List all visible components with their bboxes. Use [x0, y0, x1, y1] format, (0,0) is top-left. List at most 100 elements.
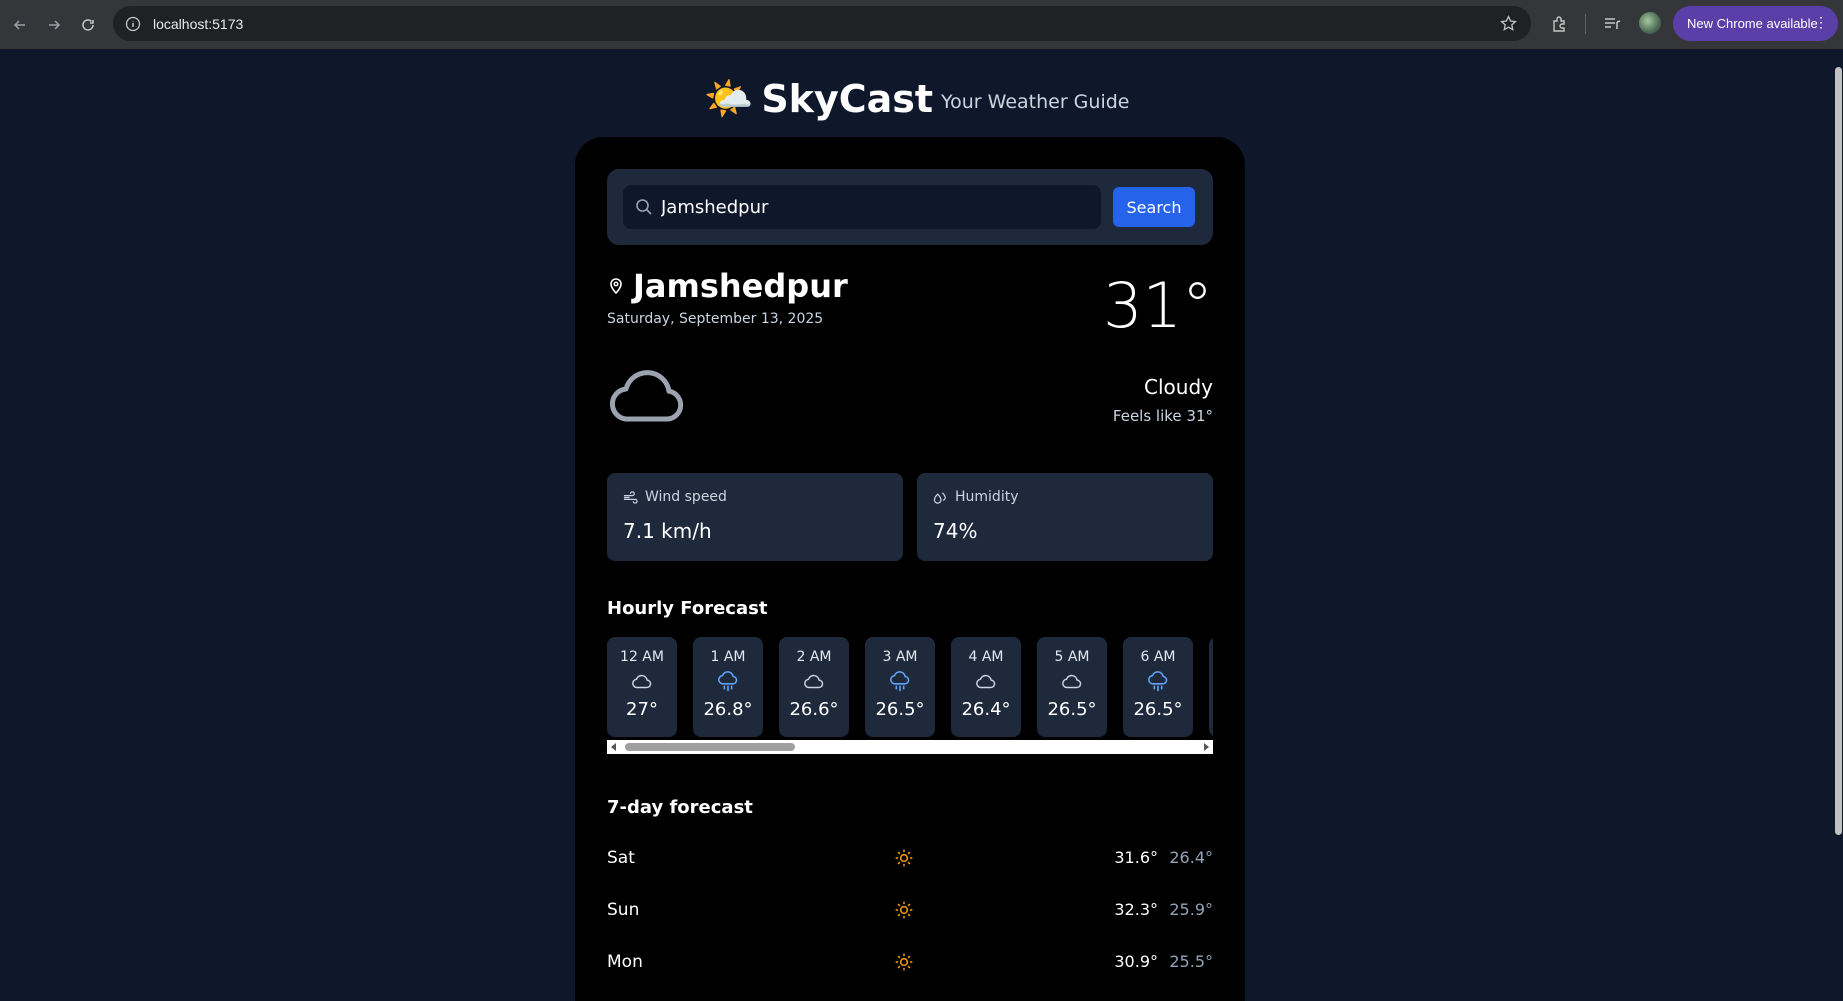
rain-icon: [889, 671, 911, 693]
wind-speed-label-row: Wind speed: [623, 489, 727, 505]
hourly-item: 1 AM 26.8°: [693, 637, 763, 737]
hourly-item: 5 AM 26.5°: [1037, 637, 1107, 737]
hourly-time: 1 AM: [710, 649, 746, 665]
arrow-left-icon: [13, 19, 25, 30]
browser-toolbar: localhost:5173 New Chrome available ⋮: [0, 0, 1843, 49]
hourly-temp: 26.6°: [789, 699, 839, 720]
feels-like: Feels like 31°: [1112, 407, 1213, 425]
hourly-temp: 26.5°: [1047, 699, 1097, 720]
low-temp: 25.9°: [1169, 900, 1213, 919]
page-scrollbar[interactable]: [1833, 49, 1843, 1001]
toolbar-divider: [1585, 14, 1586, 34]
day-name: Sun: [607, 900, 640, 920]
hourly-time: 5 AM: [1054, 649, 1090, 665]
search-field-wrapper[interactable]: [623, 185, 1101, 229]
hourly-time: 4 AM: [968, 649, 1004, 665]
app-subtitle: Your Weather Guide: [941, 90, 1130, 113]
droplets-icon: [933, 491, 946, 504]
hourly-item: 12 AM 27°: [607, 637, 677, 737]
sun-icon: [894, 952, 914, 972]
low-temp: 25.5°: [1169, 952, 1213, 971]
search-icon: [636, 199, 652, 215]
wind-speed-card: Wind speed 7.1 km/h: [607, 473, 903, 561]
address-bar[interactable]: localhost:5173: [113, 6, 1531, 41]
humidity-value: 74%: [933, 519, 978, 543]
update-label: New Chrome available: [1687, 16, 1818, 31]
url-text: localhost:5173: [153, 15, 244, 32]
cloud-icon: [631, 671, 653, 693]
weather-card: Search Jamshedpur Saturday, September 13…: [575, 137, 1245, 1001]
hourly-time: 2 AM: [796, 649, 832, 665]
map-pin-icon: [610, 278, 622, 295]
bookmark-star-icon[interactable]: [1500, 15, 1517, 32]
hourly-item: 4 AM 26.4°: [951, 637, 1021, 737]
wind-speed-label: Wind speed: [645, 489, 727, 505]
hourly-item: 6 AM 26.5°: [1123, 637, 1193, 737]
arrow-right-icon: [49, 19, 61, 30]
page-viewport: 🌤️ SkyCast Your Weather Guide Search Jam…: [0, 49, 1833, 1001]
daily-forecast-title: 7-day forecast: [607, 797, 753, 818]
reload-icon: [82, 18, 94, 31]
humidity-card: Humidity 74%: [917, 473, 1213, 561]
cloud-icon: [975, 671, 997, 693]
hourly-item-partial: [1209, 637, 1213, 737]
hourly-time: 6 AM: [1140, 649, 1176, 665]
hourly-scrollbar[interactable]: [607, 740, 1213, 754]
daily-forecast-row: Sat 31.6° 26.4°: [607, 844, 1213, 874]
cloud-icon: [1061, 671, 1083, 693]
cloud-icon: [803, 671, 825, 693]
hourly-temp: 26.8°: [703, 699, 753, 720]
hourly-temp: 26.5°: [875, 699, 925, 720]
page-scrollbar-thumb[interactable]: [1835, 67, 1842, 835]
weather-condition: Cloudy: [1144, 375, 1213, 399]
search-input[interactable]: [661, 196, 1081, 218]
day-name: Mon: [607, 952, 643, 972]
hourly-time: 12 AM: [620, 649, 664, 665]
high-temp: 31.6°: [1114, 848, 1158, 867]
city-name: Jamshedpur: [633, 267, 848, 305]
location-header: Jamshedpur: [607, 267, 848, 305]
rain-icon: [717, 671, 739, 693]
reload-button[interactable]: [74, 11, 102, 39]
search-bar: Search: [607, 169, 1213, 245]
forward-button[interactable]: [40, 11, 68, 39]
hourly-temp: 26.5°: [1133, 699, 1183, 720]
hourly-temp: 27°: [626, 699, 658, 720]
app-header: 🌤️ SkyCast Your Weather Guide: [0, 75, 1833, 122]
rain-icon: [1147, 671, 1169, 693]
wind-icon: [623, 490, 638, 504]
hourly-forecast-title: Hourly Forecast: [607, 598, 768, 619]
daily-forecast-row: Mon 30.9° 25.5°: [607, 948, 1213, 978]
site-info-icon[interactable]: [125, 16, 141, 32]
high-temp: 32.3°: [1114, 900, 1158, 919]
humidity-label: Humidity: [955, 489, 1019, 505]
sun-icon: [894, 848, 914, 868]
scroll-right-icon[interactable]: [1204, 743, 1209, 751]
scrollbar-thumb[interactable]: [625, 743, 795, 751]
day-name: Sat: [607, 848, 635, 868]
back-button[interactable]: [6, 11, 34, 39]
sun-icon: [894, 900, 914, 920]
daily-forecast-row: Sun 32.3° 25.9°: [607, 896, 1213, 926]
extensions-icon[interactable]: [1550, 14, 1570, 34]
search-button[interactable]: Search: [1113, 187, 1195, 227]
current-temperature: 31°: [1103, 269, 1213, 342]
high-temp: 30.9°: [1114, 952, 1158, 971]
wind-speed-value: 7.1 km/h: [623, 519, 712, 543]
hourly-forecast-strip[interactable]: 12 AM 27° 1 AM 26.8° 2 AM 26.6° 3 AM 26.5° 4 AM 2…: [607, 637, 1213, 737]
media-controls-icon[interactable]: [1602, 14, 1622, 34]
current-date: Saturday, September 13, 2025: [607, 311, 824, 327]
sun-behind-cloud-icon: 🌤️: [703, 76, 754, 122]
low-temp: 26.4°: [1169, 848, 1213, 867]
hourly-item: 3 AM 26.5°: [865, 637, 935, 737]
hourly-time: 3 AM: [882, 649, 918, 665]
app-title: SkyCast: [761, 76, 934, 121]
more-menu-icon[interactable]: ⋮: [1814, 15, 1828, 29]
hourly-item: 2 AM 26.6°: [779, 637, 849, 737]
hourly-temp: 26.4°: [961, 699, 1011, 720]
cloud-icon: [609, 370, 684, 422]
humidity-label-row: Humidity: [933, 489, 1018, 505]
profile-avatar[interactable]: [1639, 12, 1661, 34]
scroll-left-icon[interactable]: [611, 743, 616, 751]
update-chrome-button[interactable]: New Chrome available ⋮: [1673, 6, 1838, 41]
